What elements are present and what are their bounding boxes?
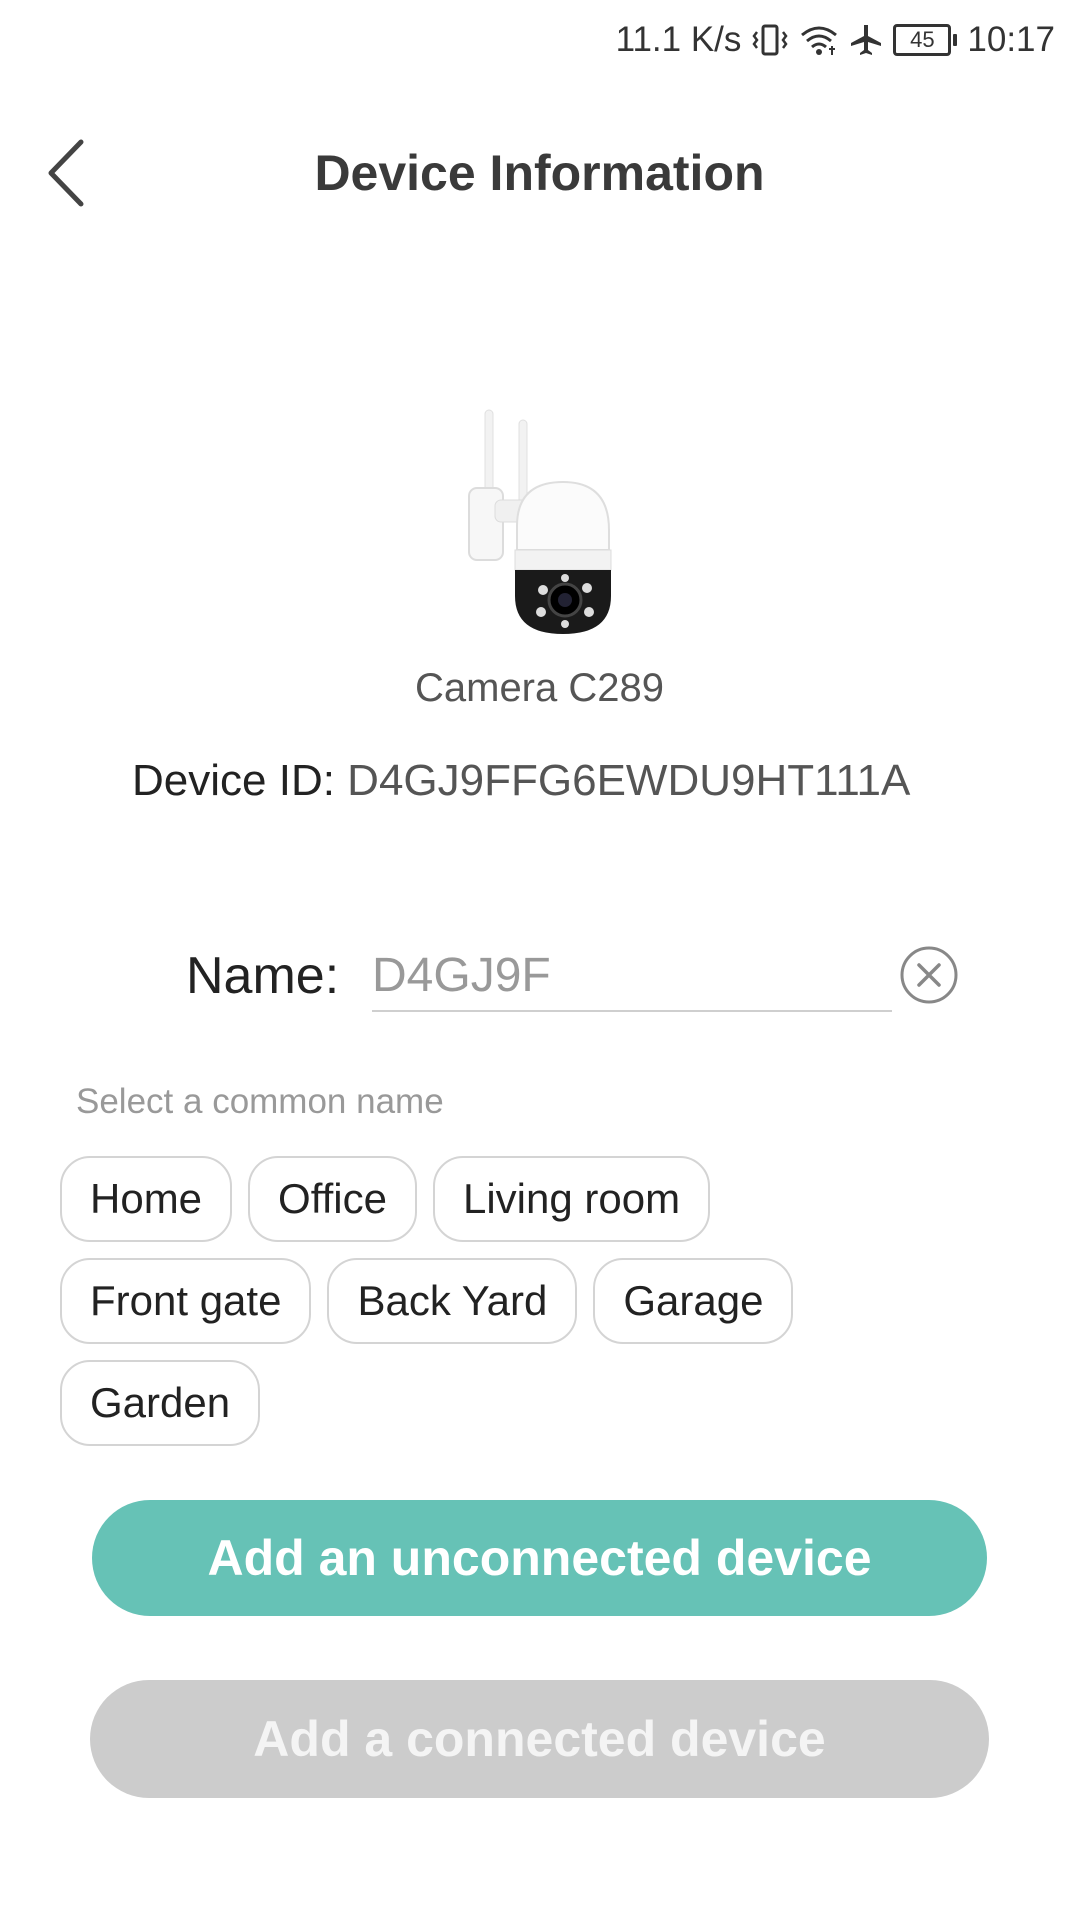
common-name-chips: Home Office Living room Front gate Back …: [60, 1156, 960, 1462]
name-row: Name:: [0, 940, 1079, 1020]
clock: 10:17: [967, 20, 1055, 59]
clear-button[interactable]: [898, 944, 960, 1006]
chip-garden[interactable]: Garden: [60, 1360, 261, 1446]
page-title: Device Information: [314, 145, 765, 201]
device-id-label: Device ID: [132, 756, 323, 805]
clear-circle-icon: [900, 946, 958, 1004]
add-connected-device-button[interactable]: Add a connected device: [90, 1680, 989, 1798]
chip-living-room[interactable]: Living room: [432, 1156, 711, 1242]
device-id: Device ID: D4GJ9FFG6EWDU9HT111A: [132, 756, 1079, 806]
chip-office[interactable]: Office: [248, 1156, 417, 1242]
battery-icon: 45: [893, 24, 958, 56]
common-name-hint: Select a common name: [76, 1082, 444, 1121]
chip-row: Home Office Living room: [60, 1156, 960, 1242]
airplane-icon: [849, 23, 883, 57]
chip-row: Garden: [60, 1360, 960, 1446]
name-label: Name:: [186, 947, 340, 1005]
wifi-icon: [799, 23, 839, 57]
name-input[interactable]: [372, 940, 892, 1012]
chip-garage[interactable]: Garage: [593, 1258, 794, 1344]
chip-row: Front gate Back Yard Garage: [60, 1258, 960, 1344]
header: Device Information: [0, 120, 1079, 230]
device-id-separator: :: [322, 756, 335, 805]
chip-home[interactable]: Home: [60, 1156, 233, 1242]
status-bar: 11.1 K/s 45 10:17: [0, 0, 1079, 80]
vibrate-icon: [751, 22, 789, 58]
device-information-screen: 11.1 K/s 45 10:17 Device Information Cam…: [0, 0, 1079, 1918]
add-unconnected-device-button[interactable]: Add an unconnected device: [92, 1500, 987, 1616]
camera-image: [468, 409, 612, 634]
chip-front-gate[interactable]: Front gate: [60, 1258, 312, 1344]
battery-level: 45: [893, 24, 952, 56]
network-speed: 11.1 K/s: [615, 20, 742, 59]
device-model: Camera C289: [414, 666, 664, 710]
device-id-value: D4GJ9FFG6EWDU9HT111A: [334, 756, 911, 805]
chip-back-yard[interactable]: Back Yard: [327, 1258, 578, 1344]
